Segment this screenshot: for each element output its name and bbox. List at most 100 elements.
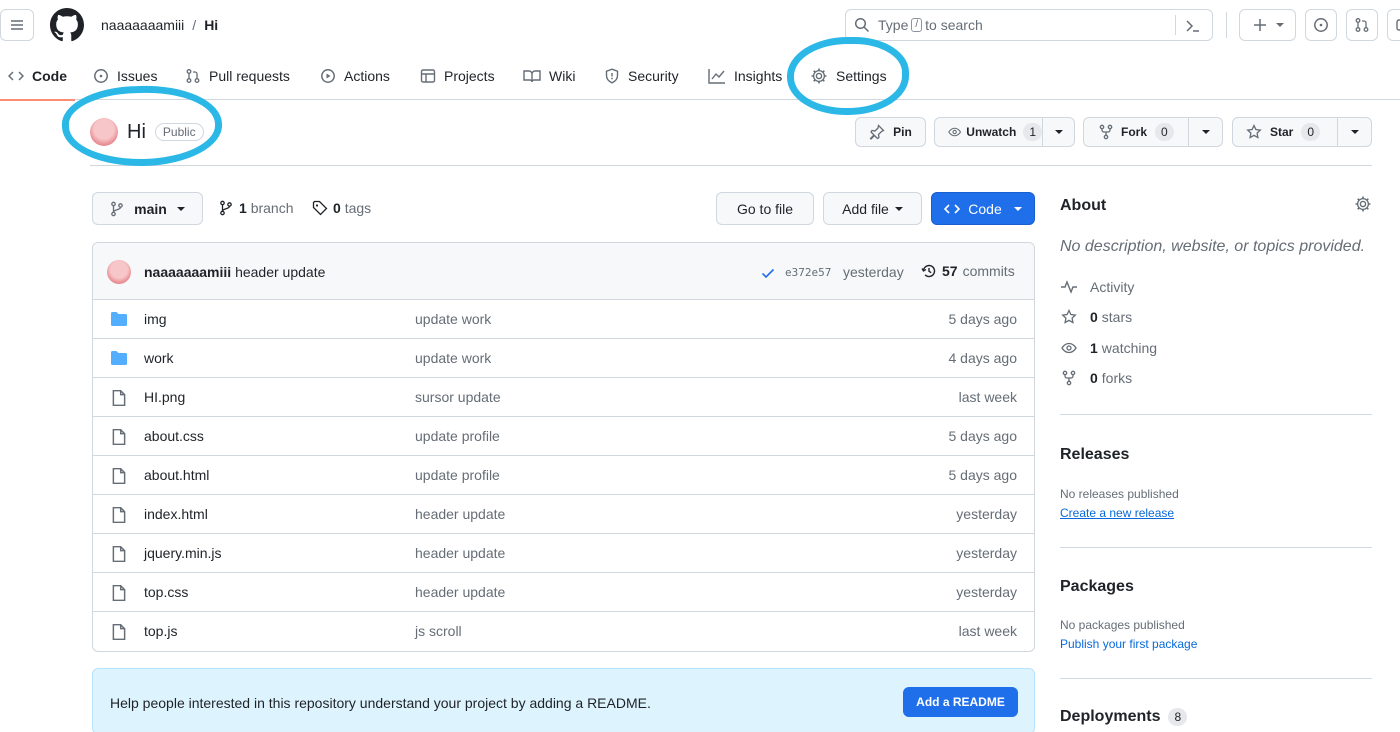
file-icon xyxy=(112,428,126,446)
file-commit-message[interactable]: header update xyxy=(415,506,505,522)
tags-link[interactable]: 0 tags xyxy=(312,200,371,216)
code-button[interactable]: Code xyxy=(931,192,1035,225)
commits-link[interactable]: 57 commits xyxy=(921,263,1015,279)
fork-dropdown[interactable] xyxy=(1189,130,1222,134)
sidebar-divider xyxy=(1060,414,1372,415)
star-button[interactable]: Star 0 xyxy=(1232,117,1372,147)
inbox-button[interactable] xyxy=(1387,9,1400,41)
file-name[interactable]: jquery.min.js xyxy=(144,545,222,561)
file-name[interactable]: work xyxy=(144,350,174,366)
commit-message[interactable]: header update xyxy=(235,264,325,280)
table-row[interactable]: top.css header update yesterday xyxy=(93,573,1034,612)
avatar[interactable] xyxy=(107,260,131,284)
search-placeholder-prefix: Type xyxy=(878,17,909,33)
pin-icon xyxy=(869,124,885,140)
search-input[interactable]: Type / to search xyxy=(845,9,1213,41)
publish-package-link[interactable]: Publish your first package xyxy=(1060,637,1197,651)
go-to-file-button[interactable]: Go to file xyxy=(716,192,814,225)
fork-button[interactable]: Fork 0 xyxy=(1083,117,1223,147)
issues-button[interactable] xyxy=(1305,9,1337,41)
packages-heading[interactable]: Packages xyxy=(1060,578,1134,596)
table-row[interactable]: index.html header update yesterday xyxy=(93,495,1034,534)
file-commit-message[interactable]: update profile xyxy=(415,467,500,483)
file-commit-message[interactable]: update work xyxy=(415,311,491,327)
breadcrumb-separator: / xyxy=(192,17,197,33)
stars-link[interactable]: 0 stars xyxy=(1060,309,1132,325)
file-name[interactable]: img xyxy=(144,311,167,327)
file-commit-message[interactable]: header update xyxy=(415,584,505,600)
readme-banner: Help people interested in this repositor… xyxy=(92,668,1035,732)
create-new-button[interactable] xyxy=(1239,9,1296,41)
watch-button[interactable]: Unwatch 1 xyxy=(934,117,1075,147)
fork-label: Fork xyxy=(1121,125,1148,139)
avatar[interactable] xyxy=(90,118,118,146)
file-commit-message[interactable]: update work xyxy=(415,350,491,366)
page-title[interactable]: Hi xyxy=(127,121,146,144)
tab-code[interactable]: Code xyxy=(0,51,75,101)
forks-link[interactable]: 0 forks xyxy=(1060,370,1132,386)
add-file-button[interactable]: Add file xyxy=(823,192,922,225)
table-row[interactable]: jquery.min.js header update yesterday xyxy=(93,534,1034,573)
file-name[interactable]: top.css xyxy=(144,584,188,600)
watch-dropdown[interactable] xyxy=(1043,130,1074,134)
table-row[interactable]: HI.png sursor update last week xyxy=(93,378,1034,417)
github-logo[interactable] xyxy=(50,8,84,42)
gear-icon[interactable] xyxy=(1354,195,1372,213)
tab-label: Pull requests xyxy=(209,67,290,84)
tab-wiki[interactable]: Wiki xyxy=(523,51,575,100)
tab-issues[interactable]: Issues xyxy=(93,51,157,100)
file-commit-message[interactable]: js scroll xyxy=(415,623,462,639)
pull-requests-button[interactable] xyxy=(1346,9,1378,41)
tab-label: Insights xyxy=(734,67,783,84)
create-release-link[interactable]: Create a new release xyxy=(1060,506,1174,520)
file-name[interactable]: index.html xyxy=(144,506,208,522)
activity-link[interactable]: Activity xyxy=(1060,279,1134,295)
file-icon xyxy=(112,389,126,407)
tag-count-label: tags xyxy=(344,200,372,216)
file-commit-message[interactable]: header update xyxy=(415,545,505,561)
command-palette-icon[interactable] xyxy=(1185,18,1201,34)
file-commit-message[interactable]: update profile xyxy=(415,428,500,444)
releases-heading[interactable]: Releases xyxy=(1060,446,1129,464)
tab-label: Security xyxy=(628,67,679,84)
branch-selector[interactable]: main xyxy=(92,192,203,225)
tab-settings[interactable]: Settings xyxy=(810,51,887,100)
pin-button[interactable]: Pin xyxy=(855,117,926,147)
tab-insights[interactable]: Insights xyxy=(708,51,782,100)
tab-security[interactable]: Security xyxy=(604,51,679,100)
branches-link[interactable]: 1 branch xyxy=(219,200,294,216)
watching-link[interactable]: 1 watching xyxy=(1060,340,1157,356)
file-age: 5 days ago xyxy=(948,428,1018,444)
file-age: 5 days ago xyxy=(948,311,1018,327)
repo-link[interactable]: Hi xyxy=(204,17,218,33)
chevron-down-icon xyxy=(894,206,903,211)
chevron-down-icon xyxy=(1275,23,1284,27)
top-header: naaaaaaamiii / Hi Type / to search xyxy=(0,0,1400,50)
add-readme-button[interactable]: Add a README xyxy=(903,687,1018,717)
file-name[interactable]: about.html xyxy=(144,467,209,483)
tab-actions[interactable]: Actions xyxy=(320,51,390,100)
star-dropdown[interactable] xyxy=(1338,130,1371,134)
menu-button[interactable] xyxy=(0,9,34,41)
file-commit-message[interactable]: sursor update xyxy=(415,389,501,405)
releases-empty-text: No releases published xyxy=(1060,487,1179,501)
file-name[interactable]: HI.png xyxy=(144,389,185,405)
owner-link[interactable]: naaaaaaamiii xyxy=(101,17,184,33)
table-icon xyxy=(420,68,436,83)
folder-icon xyxy=(111,351,127,365)
file-name[interactable]: about.css xyxy=(144,428,204,444)
tab-pull-requests[interactable]: Pull requests xyxy=(185,51,290,100)
table-row[interactable]: top.js js scroll last week xyxy=(93,612,1034,651)
deployments-section[interactable]: Deployments 8 xyxy=(1060,708,1188,726)
check-icon[interactable] xyxy=(760,265,776,281)
table-row[interactable]: img update work 5 days ago xyxy=(93,300,1034,339)
table-row[interactable]: about.html update profile 5 days ago xyxy=(93,456,1034,495)
file-name[interactable]: top.js xyxy=(144,623,177,639)
sidebar-divider xyxy=(1060,547,1372,548)
table-row[interactable]: about.css update profile 5 days ago xyxy=(93,417,1034,456)
table-row[interactable]: work update work 4 days ago xyxy=(93,339,1034,378)
commit-author[interactable]: naaaaaaamiii xyxy=(144,264,231,280)
tab-projects[interactable]: Projects xyxy=(420,51,495,100)
commit-hash[interactable]: e372e57 xyxy=(785,266,831,279)
gear-icon xyxy=(811,68,827,83)
